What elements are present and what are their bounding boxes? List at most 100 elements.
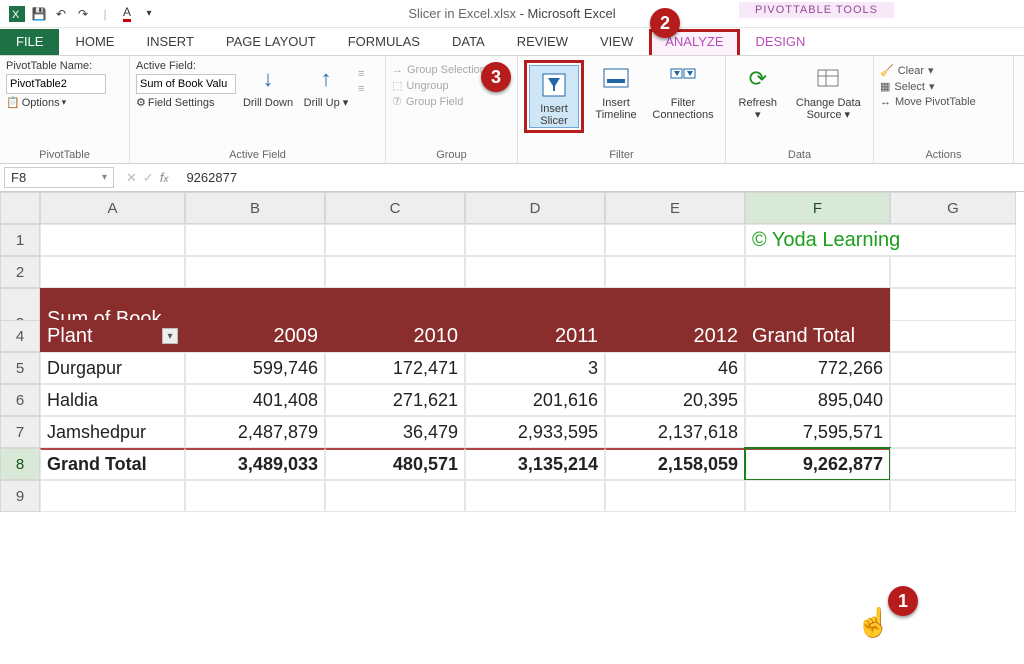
cell[interactable]: [890, 448, 1016, 480]
cell[interactable]: [605, 256, 745, 288]
pivot-value[interactable]: 46: [605, 352, 745, 384]
row-header[interactable]: 5: [0, 352, 40, 384]
col-header[interactable]: B: [185, 192, 325, 224]
cell[interactable]: [890, 384, 1016, 416]
pivot-value[interactable]: 895,040: [745, 384, 890, 416]
insert-slicer-button[interactable]: Insert Slicer: [529, 65, 579, 128]
filter-connections-button[interactable]: Filter Connections: [648, 60, 718, 121]
pivot-value[interactable]: 2,933,595: [465, 416, 605, 448]
col-header[interactable]: D: [465, 192, 605, 224]
drill-down-button[interactable]: ↓ Drill Down: [242, 60, 294, 109]
col-header[interactable]: G: [890, 192, 1016, 224]
pivot-grand-value[interactable]: 3,489,033: [185, 448, 325, 480]
cell[interactable]: [890, 256, 1016, 288]
field-settings-button[interactable]: ⚙ Field Settings: [136, 96, 236, 109]
row-header[interactable]: 4: [0, 320, 40, 352]
col-header[interactable]: A: [40, 192, 185, 224]
select-all-corner[interactable]: [0, 192, 40, 224]
pivot-value[interactable]: 772,266: [745, 352, 890, 384]
filter-dropdown-icon[interactable]: ▾: [162, 328, 178, 344]
cell[interactable]: [40, 480, 185, 512]
change-data-source-button[interactable]: Change Data Source ▾: [790, 60, 867, 121]
pivot-row-label[interactable]: Haldia: [40, 384, 185, 416]
pivot-value[interactable]: 2,487,879: [185, 416, 325, 448]
move-pivot-button[interactable]: ↔ Move PivotTable: [880, 96, 976, 108]
formula-value[interactable]: 9262877: [176, 170, 237, 185]
pivot-value[interactable]: 36,479: [325, 416, 465, 448]
row-header[interactable]: 1: [0, 224, 40, 256]
pivot-name-input[interactable]: [6, 74, 106, 94]
tab-design[interactable]: DESIGN: [740, 29, 822, 55]
pivot-value[interactable]: 20,395: [605, 384, 745, 416]
tab-data[interactable]: DATA: [436, 29, 501, 55]
cell[interactable]: [890, 320, 1016, 352]
tab-file[interactable]: FILE: [0, 29, 59, 55]
cell[interactable]: [605, 224, 745, 256]
chevron-down-icon[interactable]: ▾: [138, 3, 160, 25]
cell[interactable]: [465, 256, 605, 288]
pivot-grand-total-row[interactable]: Grand Total: [40, 448, 185, 480]
pivot-value[interactable]: 201,616: [465, 384, 605, 416]
insert-timeline-button[interactable]: Insert Timeline: [590, 60, 642, 121]
worksheet-grid[interactable]: A B C D E F G 1 © Yoda Learning 2 3 Sum …: [0, 192, 1024, 512]
cell[interactable]: [325, 256, 465, 288]
pivot-year-header[interactable]: 2009: [185, 320, 325, 352]
row-header[interactable]: 9: [0, 480, 40, 512]
cell[interactable]: [890, 352, 1016, 384]
active-cell[interactable]: 9,262,877: [745, 448, 890, 480]
pivot-row-field[interactable]: Plant ▾: [40, 320, 185, 352]
pivot-value[interactable]: 3: [465, 352, 605, 384]
tab-formulas[interactable]: FORMULAS: [332, 29, 436, 55]
row-header[interactable]: 6: [0, 384, 40, 416]
cell[interactable]: [465, 224, 605, 256]
options-button[interactable]: 📋 Options▾: [6, 96, 106, 109]
cell[interactable]: [745, 480, 890, 512]
cell[interactable]: [890, 416, 1016, 448]
tab-home[interactable]: HOME: [59, 29, 130, 55]
pivot-year-header[interactable]: 2012: [605, 320, 745, 352]
clear-button[interactable]: 🧹 Clear ▾: [880, 64, 976, 77]
cancel-icon[interactable]: ✕: [126, 170, 137, 186]
active-field-input[interactable]: [136, 74, 236, 94]
fx-icon[interactable]: fx: [160, 170, 169, 186]
pivot-grand-value[interactable]: 480,571: [325, 448, 465, 480]
font-color-icon[interactable]: A: [116, 3, 138, 25]
pivot-value[interactable]: 401,408: [185, 384, 325, 416]
pivot-value[interactable]: 7,595,571: [745, 416, 890, 448]
cell[interactable]: [40, 224, 185, 256]
undo-icon[interactable]: ↶: [50, 3, 72, 25]
redo-icon[interactable]: ↷: [72, 3, 94, 25]
pivot-year-header[interactable]: 2010: [325, 320, 465, 352]
cell[interactable]: [185, 224, 325, 256]
pivot-value[interactable]: 2,137,618: [605, 416, 745, 448]
tab-page-layout[interactable]: PAGE LAYOUT: [210, 29, 332, 55]
pivot-value[interactable]: 271,621: [325, 384, 465, 416]
pivot-value[interactable]: 599,746: [185, 352, 325, 384]
cell[interactable]: [745, 256, 890, 288]
row-header[interactable]: 2: [0, 256, 40, 288]
cell[interactable]: [185, 480, 325, 512]
cell[interactable]: [890, 480, 1016, 512]
pivot-grand-value[interactable]: 2,158,059: [605, 448, 745, 480]
select-button[interactable]: ▦ Select ▾: [880, 80, 976, 93]
tab-view[interactable]: VIEW: [584, 29, 649, 55]
pivot-value[interactable]: 172,471: [325, 352, 465, 384]
pivot-grand-total-col[interactable]: Grand Total: [745, 320, 890, 352]
cell[interactable]: [185, 256, 325, 288]
col-header[interactable]: F: [745, 192, 890, 224]
tab-review[interactable]: REVIEW: [501, 29, 584, 55]
refresh-button[interactable]: ⟳ Refresh▾: [732, 60, 784, 121]
cell[interactable]: [325, 224, 465, 256]
cell[interactable]: [325, 480, 465, 512]
name-box[interactable]: F8▾: [4, 167, 114, 188]
tab-insert[interactable]: INSERT: [130, 29, 209, 55]
pivot-row-label[interactable]: Durgapur: [40, 352, 185, 384]
pivot-grand-value[interactable]: 3,135,214: [465, 448, 605, 480]
cell[interactable]: [40, 256, 185, 288]
col-header[interactable]: E: [605, 192, 745, 224]
cell[interactable]: [465, 480, 605, 512]
row-header[interactable]: 7: [0, 416, 40, 448]
col-header[interactable]: C: [325, 192, 465, 224]
pivot-row-label[interactable]: Jamshedpur: [40, 416, 185, 448]
drill-up-button[interactable]: ↑ Drill Up ▾: [300, 60, 352, 109]
